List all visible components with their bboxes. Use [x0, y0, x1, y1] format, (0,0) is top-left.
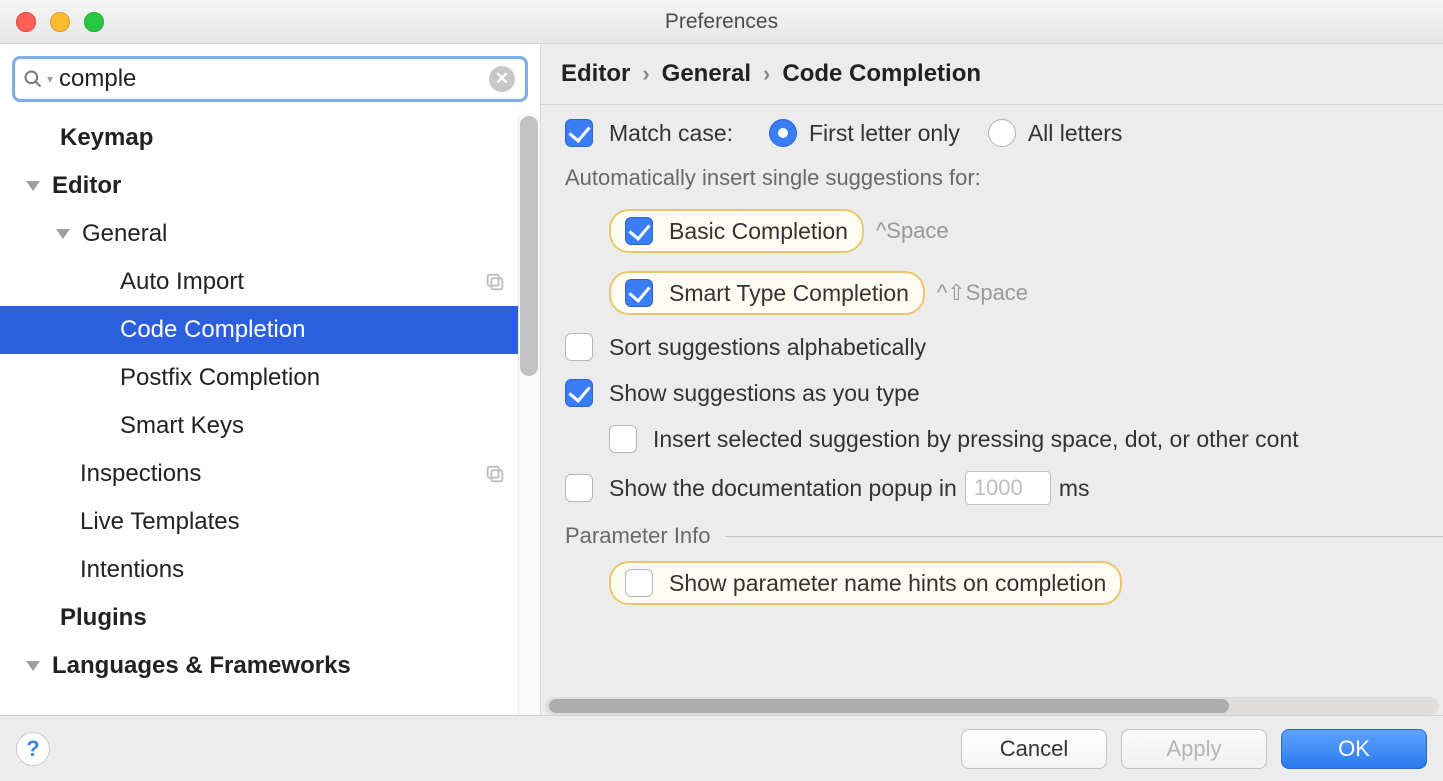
doc-popup-checkbox[interactable]	[565, 474, 593, 502]
divider	[725, 536, 1443, 537]
cancel-button[interactable]: Cancel	[961, 729, 1107, 769]
chevron-down-icon[interactable]	[52, 229, 82, 239]
smart-type-completion-label: Smart Type Completion	[669, 280, 909, 307]
search-box[interactable]: ▾ ✕	[12, 56, 528, 102]
sidebar-item-label: Editor	[52, 172, 121, 200]
sidebar-item-label: Postfix Completion	[120, 364, 320, 392]
search-input[interactable]	[59, 65, 489, 93]
close-window-button[interactable]	[16, 12, 36, 32]
apply-button[interactable]: Apply	[1121, 729, 1267, 769]
sidebar-item-label: Keymap	[60, 124, 153, 152]
sidebar-item-plugins[interactable]: Plugins	[0, 594, 540, 642]
sidebar-item-label: Smart Keys	[120, 412, 244, 440]
parameter-info-group: Parameter Info	[565, 523, 1443, 549]
param-name-hints-highlight: Show parameter name hints on completion	[609, 561, 1122, 605]
search-dropdown-icon[interactable]: ▾	[47, 72, 53, 86]
settings-body: Match case: First letter only All letter…	[541, 105, 1443, 715]
sidebar-scrollbar[interactable]	[518, 114, 540, 715]
sidebar-scrollbar-thumb[interactable]	[520, 116, 538, 376]
sidebar-item-label: Live Templates	[80, 508, 240, 536]
match-case-label: Match case:	[609, 120, 733, 147]
all-letters-radio[interactable]	[988, 119, 1016, 147]
sidebar-item-auto-import[interactable]: Auto Import	[0, 258, 540, 306]
sidebar-item-inspections[interactable]: Inspections	[0, 450, 540, 498]
match-case-checkbox[interactable]	[565, 119, 593, 147]
settings-tree: Keymap Editor General Auto Import Code Compl…	[0, 114, 540, 715]
breadcrumb: Editor › General › Code Completion	[541, 44, 1443, 105]
sidebar-item-general[interactable]: General	[0, 210, 540, 258]
basic-completion-label: Basic Completion	[669, 218, 848, 245]
doc-popup-delay-input[interactable]	[965, 471, 1051, 505]
auto-insert-label: Automatically insert single suggestions …	[565, 165, 981, 191]
sidebar-item-label: Languages & Frameworks	[52, 652, 351, 680]
chevron-right-icon: ›	[763, 61, 770, 87]
clear-search-button[interactable]: ✕	[489, 66, 515, 92]
sidebar-item-label: General	[82, 220, 167, 248]
titlebar: Preferences	[0, 0, 1443, 44]
content-pane: Editor › General › Code Completion Match…	[541, 44, 1443, 715]
sidebar-item-live-templates[interactable]: Live Templates	[0, 498, 540, 546]
sort-alphabetically-label: Sort suggestions alphabetically	[609, 334, 926, 361]
doc-popup-prefix-label: Show the documentation popup in	[609, 475, 957, 502]
sort-alphabetically-checkbox[interactable]	[565, 333, 593, 361]
sidebar-item-languages-frameworks[interactable]: Languages & Frameworks	[0, 642, 540, 690]
smart-completion-highlight: Smart Type Completion	[609, 271, 925, 315]
sidebar: ▾ ✕ Keymap Editor General Auto Import Code C…	[0, 44, 541, 715]
sidebar-item-label: Plugins	[60, 604, 147, 632]
minimize-window-button[interactable]	[50, 12, 70, 32]
smart-type-completion-checkbox[interactable]	[625, 279, 653, 307]
insert-by-space-checkbox[interactable]	[609, 425, 637, 453]
insert-by-space-label: Insert selected suggestion by pressing s…	[653, 426, 1299, 453]
sidebar-item-label: Code Completion	[120, 316, 305, 344]
basic-completion-shortcut: ^Space	[876, 218, 949, 244]
copy-settings-icon[interactable]	[484, 463, 506, 485]
dialog-footer: ? Cancel Apply OK	[0, 715, 1443, 781]
window-title: Preferences	[665, 10, 778, 34]
sidebar-item-editor[interactable]: Editor	[0, 162, 540, 210]
parameter-info-group-label: Parameter Info	[565, 523, 711, 549]
sidebar-item-label: Auto Import	[120, 268, 244, 296]
basic-completion-highlight: Basic Completion	[609, 209, 864, 253]
ok-button[interactable]: OK	[1281, 729, 1427, 769]
breadcrumb-editor[interactable]: Editor	[561, 60, 630, 88]
show-suggestions-label: Show suggestions as you type	[609, 380, 920, 407]
first-letter-only-radio[interactable]	[769, 119, 797, 147]
sidebar-item-keymap[interactable]: Keymap	[0, 114, 540, 162]
sidebar-item-smart-keys[interactable]: Smart Keys	[0, 402, 540, 450]
copy-settings-icon[interactable]	[484, 271, 506, 293]
window-controls	[0, 12, 104, 32]
chevron-right-icon: ›	[642, 61, 649, 87]
smart-type-completion-shortcut: ^⇧Space	[937, 280, 1028, 306]
show-suggestions-checkbox[interactable]	[565, 379, 593, 407]
basic-completion-checkbox[interactable]	[625, 217, 653, 245]
help-button[interactable]: ?	[16, 732, 50, 766]
param-name-hints-checkbox[interactable]	[625, 569, 653, 597]
horizontal-scrollbar-thumb[interactable]	[549, 699, 1229, 713]
search-icon	[23, 69, 43, 89]
horizontal-scrollbar[interactable]	[545, 697, 1439, 715]
zoom-window-button[interactable]	[84, 12, 104, 32]
all-letters-label: All letters	[1028, 120, 1123, 147]
breadcrumb-general[interactable]: General	[662, 60, 751, 88]
param-name-hints-label: Show parameter name hints on completion	[669, 570, 1106, 597]
sidebar-item-intentions[interactable]: Intentions	[0, 546, 540, 594]
sidebar-item-code-completion[interactable]: Code Completion	[0, 306, 540, 354]
chevron-down-icon[interactable]	[22, 181, 52, 191]
first-letter-only-label: First letter only	[809, 120, 960, 147]
sidebar-item-label: Intentions	[80, 556, 184, 584]
breadcrumb-code-completion[interactable]: Code Completion	[782, 60, 981, 88]
sidebar-item-label: Inspections	[80, 460, 201, 488]
chevron-down-icon[interactable]	[22, 661, 52, 671]
sidebar-item-postfix-completion[interactable]: Postfix Completion	[0, 354, 540, 402]
doc-popup-suffix-label: ms	[1059, 475, 1090, 502]
